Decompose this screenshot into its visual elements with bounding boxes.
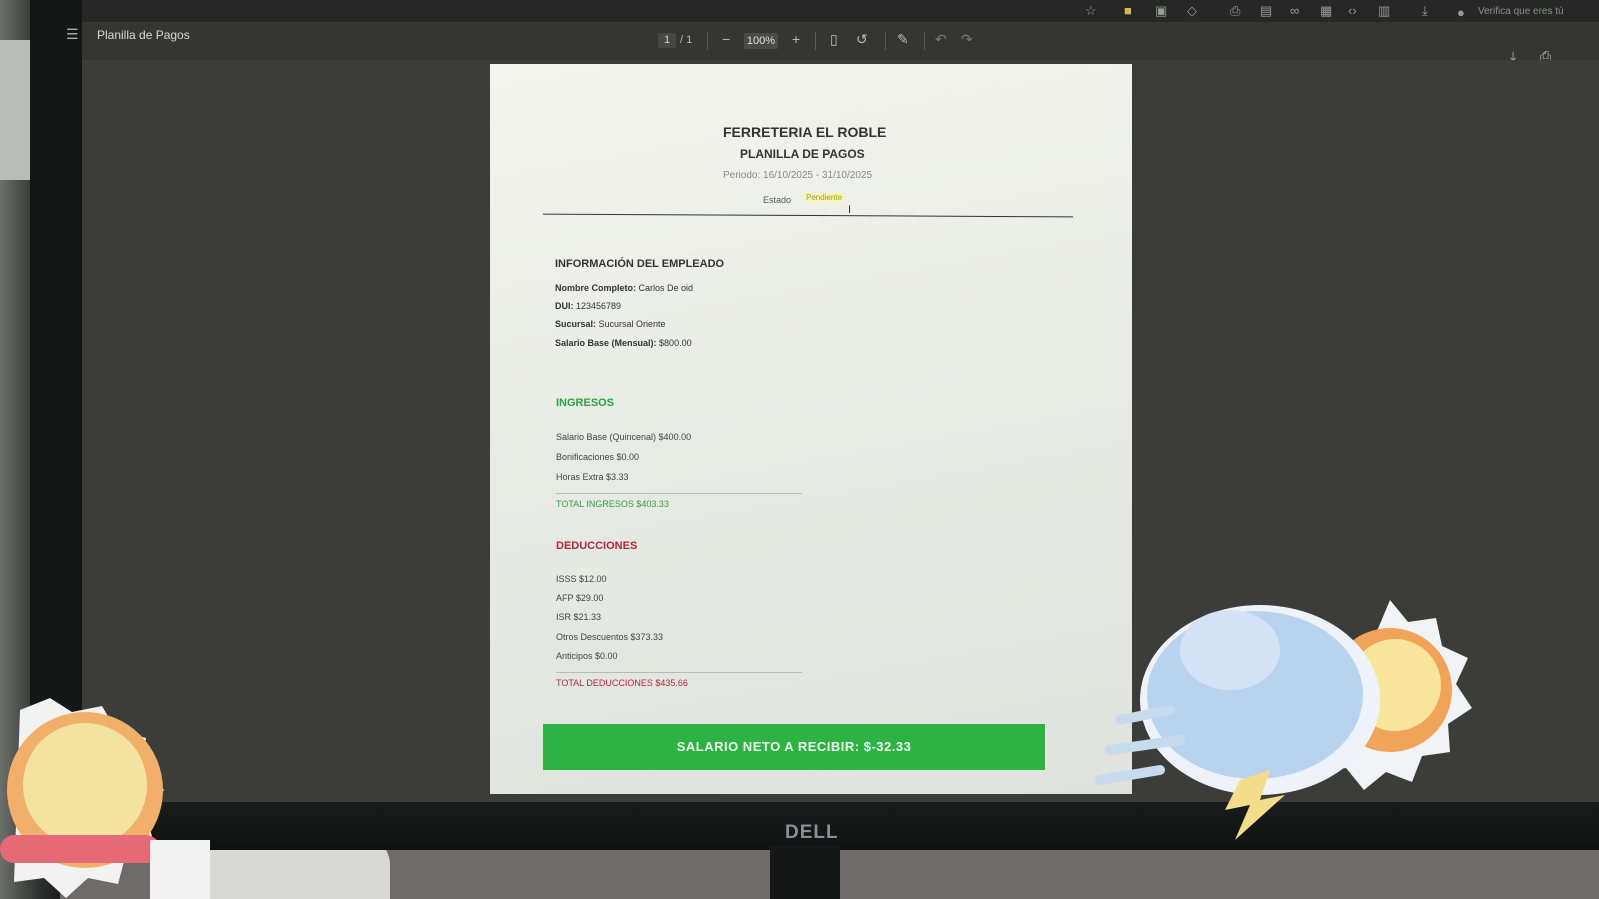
income-item: Horas Extra $3.33 (556, 472, 629, 482)
deductions-total: TOTAL DEDUCCIONES $435.66 (556, 678, 688, 688)
employee-dui-field: DUI: 123456789 (555, 301, 622, 311)
deduction-item: Anticipos $0.00 (556, 651, 618, 661)
toolbar-divider (885, 32, 886, 50)
app-icon[interactable]: ▦ (1320, 3, 1332, 19)
deduction-item: AFP $29.00 (556, 593, 604, 603)
redo-icon[interactable]: ↷ (961, 31, 973, 47)
print-icon[interactable]: ⎙ (1230, 3, 1240, 19)
deduction-item: ISR $21.33 (556, 612, 602, 622)
toolbar-divider (815, 32, 816, 50)
net-salary-banner: SALARIO NETO A RECIBIR: $-32.33 (543, 724, 1045, 770)
monitor-stand (770, 845, 840, 899)
verify-text[interactable]: Verifica que eres tú (1478, 6, 1564, 17)
toolbar-divider (924, 32, 925, 50)
download-icon[interactable]: ⤓ (1422, 3, 1428, 19)
employee-branch-field: Sucursal: Sucursal Oriente (555, 319, 666, 329)
employee-section-title: INFORMACIÓN DEL EMPLEADO (555, 258, 725, 270)
pdf-page: FERRETERIA EL ROBLE PLANILLA DE PAGOS Pe… (490, 64, 1132, 794)
draw-icon[interactable]: ✎ (897, 31, 909, 47)
weather-sticker-icon (1095, 600, 1472, 840)
deductions-section-title: DEDUCCIONES (556, 540, 638, 552)
undo-icon[interactable]: ↶ (935, 31, 947, 47)
employee-base-salary-field: Salario Base (Mensual): $800.00 (555, 338, 692, 348)
deduction-item: ISSS $12.00 (556, 574, 607, 584)
link-icon[interactable]: ∞ (1290, 3, 1299, 18)
code-icon[interactable]: ‹› (1348, 3, 1357, 18)
status-badge: Pendiente (803, 192, 846, 203)
grid-icon[interactable]: ▥ (1378, 3, 1390, 19)
deductions-divider (556, 672, 802, 673)
income-divider (556, 493, 802, 494)
document-subtitle: PLANILLA DE PAGOS (740, 147, 865, 161)
zoom-level-input[interactable]: 100% (744, 33, 778, 49)
menu-icon[interactable]: ☰ (66, 26, 79, 43)
sun-sticker-icon (0, 698, 210, 899)
monitor-brand-logo: DELL (785, 822, 839, 843)
header-divider (543, 213, 1073, 218)
document-title: Planilla de Pagos (97, 28, 190, 42)
text-cursor-icon: I (848, 204, 852, 216)
page-total: / 1 (680, 34, 693, 46)
pay-period: Periodo: 16/10/2025 - 31/10/2025 (723, 170, 873, 181)
extension-puzzle-icon[interactable]: ◇ (1187, 3, 1197, 19)
company-name: FERRETERIA EL ROBLE (723, 124, 887, 140)
employee-name-field: Nombre Completo: Carlos De oid (555, 283, 694, 293)
income-item: Salario Base (Quincenal) $400.00 (556, 432, 692, 442)
bookmark-star-icon[interactable]: ☆ (1085, 3, 1097, 19)
zoom-out-button[interactable]: − (722, 31, 730, 47)
income-total: TOTAL INGRESOS $403.33 (556, 499, 669, 509)
page-number-input[interactable]: 1 (658, 33, 676, 48)
income-section-title: INGRESOS (556, 397, 615, 409)
zoom-in-button[interactable]: + (792, 31, 800, 47)
fit-page-icon[interactable]: ▯ (830, 31, 838, 47)
deduction-item: Otros Descuentos $373.33 (556, 632, 664, 642)
income-item: Bonificaciones $0.00 (556, 452, 640, 462)
profile-icon[interactable]: ● (1457, 5, 1465, 20)
toolbar-divider (707, 32, 708, 50)
rotate-icon[interactable]: ↺ (856, 31, 868, 47)
extension-icon[interactable]: ▣ (1155, 3, 1167, 19)
translate-icon[interactable]: ▤ (1260, 3, 1272, 19)
browser-toolbar: ☆ ■ ▣ ◇ ⎙ ▤ ∞ ▦ ‹› ▥ ⤓ ● Verifica que er… (82, 0, 1599, 22)
extension-icon[interactable]: ■ (1124, 3, 1132, 18)
pdf-toolbar: ☰ Planilla de Pagos 1 / 1 − 100% + ▯ ↺ ✎… (66, 22, 1599, 64)
status-label: Estado (763, 195, 792, 205)
